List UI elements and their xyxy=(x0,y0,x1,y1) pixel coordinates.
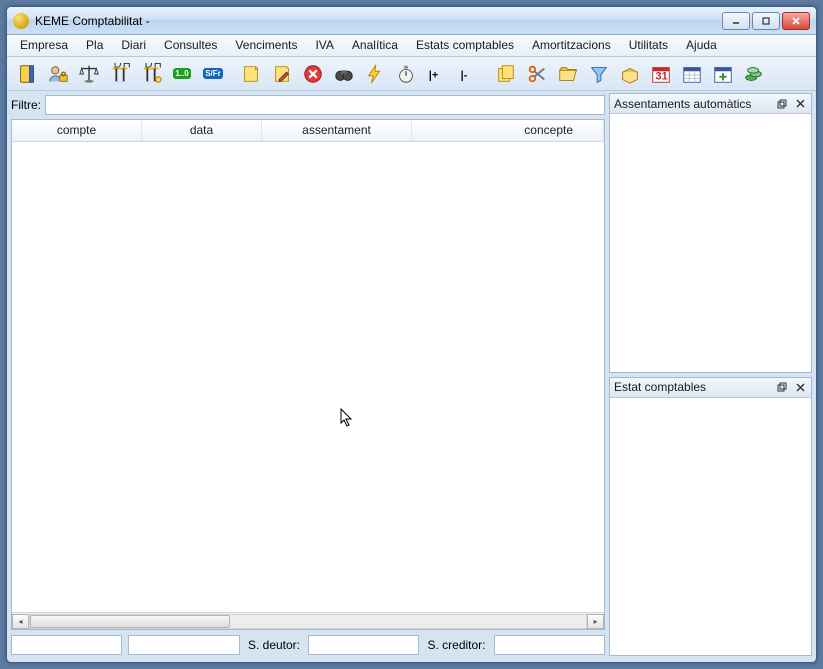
menu-utilitats[interactable]: Utilitats xyxy=(620,35,677,56)
lightning-icon[interactable] xyxy=(361,60,389,88)
scissors-icon[interactable] xyxy=(523,60,551,88)
svg-text:31: 31 xyxy=(656,70,668,82)
close-panel-icon[interactable] xyxy=(793,380,807,394)
col-concepte[interactable]: concepte xyxy=(412,120,604,141)
col-assentament[interactable]: assentament xyxy=(262,120,412,141)
menubar: Empresa Pla Diari Consultes Venciments I… xyxy=(7,35,816,57)
sfr-badge-icon[interactable]: S/Fr xyxy=(199,60,227,88)
window-controls xyxy=(722,12,810,30)
money-icon[interactable] xyxy=(740,60,768,88)
state-panel-title: Estat comptables xyxy=(614,380,771,394)
undock-icon[interactable] xyxy=(775,97,789,111)
content-area: Filtre: compte data assentament concepte… xyxy=(7,91,816,662)
svg-text:H: H xyxy=(123,63,131,71)
note-icon[interactable] xyxy=(237,60,265,88)
calendar-red-icon[interactable]: 31 xyxy=(647,60,675,88)
increment-icon[interactable]: |+ xyxy=(423,60,451,88)
app-icon xyxy=(13,13,29,29)
menu-venciments[interactable]: Venciments xyxy=(226,35,306,56)
minimize-button[interactable] xyxy=(722,12,750,30)
menu-pla[interactable]: Pla xyxy=(77,35,112,56)
undock-icon[interactable] xyxy=(775,380,789,394)
creditor-label: S. creditor: xyxy=(425,638,487,652)
col-data[interactable]: data xyxy=(142,120,262,141)
table-header: compte data assentament concepte xyxy=(12,120,604,142)
menu-consultes[interactable]: Consultes xyxy=(155,35,226,56)
user-lock-icon[interactable] xyxy=(44,60,72,88)
svg-text:D: D xyxy=(145,63,153,71)
svg-text:|+: |+ xyxy=(429,69,439,81)
state-panel-header[interactable]: Estat comptables xyxy=(610,378,811,398)
letter-h-icon[interactable]: DH xyxy=(137,60,165,88)
table-body[interactable] xyxy=(12,142,604,612)
menu-estats[interactable]: Estats comptables xyxy=(407,35,523,56)
cancel-icon[interactable] xyxy=(299,60,327,88)
window-title: KEME Comptabilitat - xyxy=(35,14,722,28)
footer-row: S. deutor: S. creditor: xyxy=(11,632,605,656)
folder-open-icon[interactable] xyxy=(554,60,582,88)
filter-input[interactable] xyxy=(45,95,605,115)
state-panel-body[interactable] xyxy=(610,398,811,656)
stopwatch-icon[interactable] xyxy=(392,60,420,88)
book-icon[interactable] xyxy=(13,60,41,88)
calendar-grid-icon[interactable] xyxy=(678,60,706,88)
scroll-track[interactable] xyxy=(29,614,587,629)
footer-field-1[interactable] xyxy=(11,635,122,655)
filter-row: Filtre: xyxy=(11,93,605,117)
app-window: KEME Comptabilitat - Empresa Pla Diari C… xyxy=(6,6,817,663)
creditor-value[interactable] xyxy=(494,635,605,655)
state-panel: Estat comptables xyxy=(609,377,812,657)
notes-stack-icon[interactable] xyxy=(492,60,520,88)
balance-icon[interactable] xyxy=(75,60,103,88)
auto-entries-title: Assentaments automàtics xyxy=(614,97,771,111)
col-compte[interactable]: compte xyxy=(12,120,142,141)
auto-entries-panel: Assentaments automàtics xyxy=(609,93,812,373)
menu-empresa[interactable]: Empresa xyxy=(11,35,77,56)
footer-field-2[interactable] xyxy=(128,635,239,655)
entries-table: compte data assentament concepte ◂ ▸ xyxy=(11,119,605,630)
auto-entries-body[interactable] xyxy=(610,114,811,372)
filter-icon[interactable] xyxy=(585,60,613,88)
close-button[interactable] xyxy=(782,12,810,30)
titlebar: KEME Comptabilitat - xyxy=(7,7,816,35)
toolbar: DH DH 1..0 S/Fr |+ |- 31 xyxy=(7,57,816,91)
svg-text:|-: |- xyxy=(461,69,468,81)
scroll-thumb[interactable] xyxy=(30,615,230,628)
close-panel-icon[interactable] xyxy=(793,97,807,111)
letter-d-icon[interactable]: DH xyxy=(106,60,134,88)
svg-text:H: H xyxy=(154,63,162,71)
binoculars-icon[interactable] xyxy=(330,60,358,88)
left-pane: Filtre: compte data assentament concepte… xyxy=(11,93,605,656)
menu-iva[interactable]: IVA xyxy=(306,35,342,56)
menu-analitica[interactable]: Analítica xyxy=(343,35,407,56)
svg-text:D: D xyxy=(114,63,122,71)
filter-label: Filtre: xyxy=(11,98,41,112)
horizontal-scrollbar[interactable]: ◂ ▸ xyxy=(12,612,604,629)
scroll-left-arrow[interactable]: ◂ xyxy=(12,614,29,629)
decrement-icon[interactable]: |- xyxy=(454,60,482,88)
edit-note-icon[interactable] xyxy=(268,60,296,88)
menu-amortitzacions[interactable]: Amortitzacions xyxy=(523,35,620,56)
debtor-label: S. deutor: xyxy=(246,638,302,652)
menu-ajuda[interactable]: Ajuda xyxy=(677,35,726,56)
menu-diari[interactable]: Diari xyxy=(112,35,155,56)
calendar-plus-icon[interactable] xyxy=(709,60,737,88)
auto-entries-header[interactable]: Assentaments automàtics xyxy=(610,94,811,114)
right-pane: Assentaments automàtics Estat comptables xyxy=(609,93,812,656)
box-open-icon[interactable] xyxy=(616,60,644,88)
debtor-value[interactable] xyxy=(308,635,419,655)
maximize-button[interactable] xyxy=(752,12,780,30)
scroll-right-arrow[interactable]: ▸ xyxy=(587,614,604,629)
numeric-badge-icon[interactable]: 1..0 xyxy=(168,60,196,88)
